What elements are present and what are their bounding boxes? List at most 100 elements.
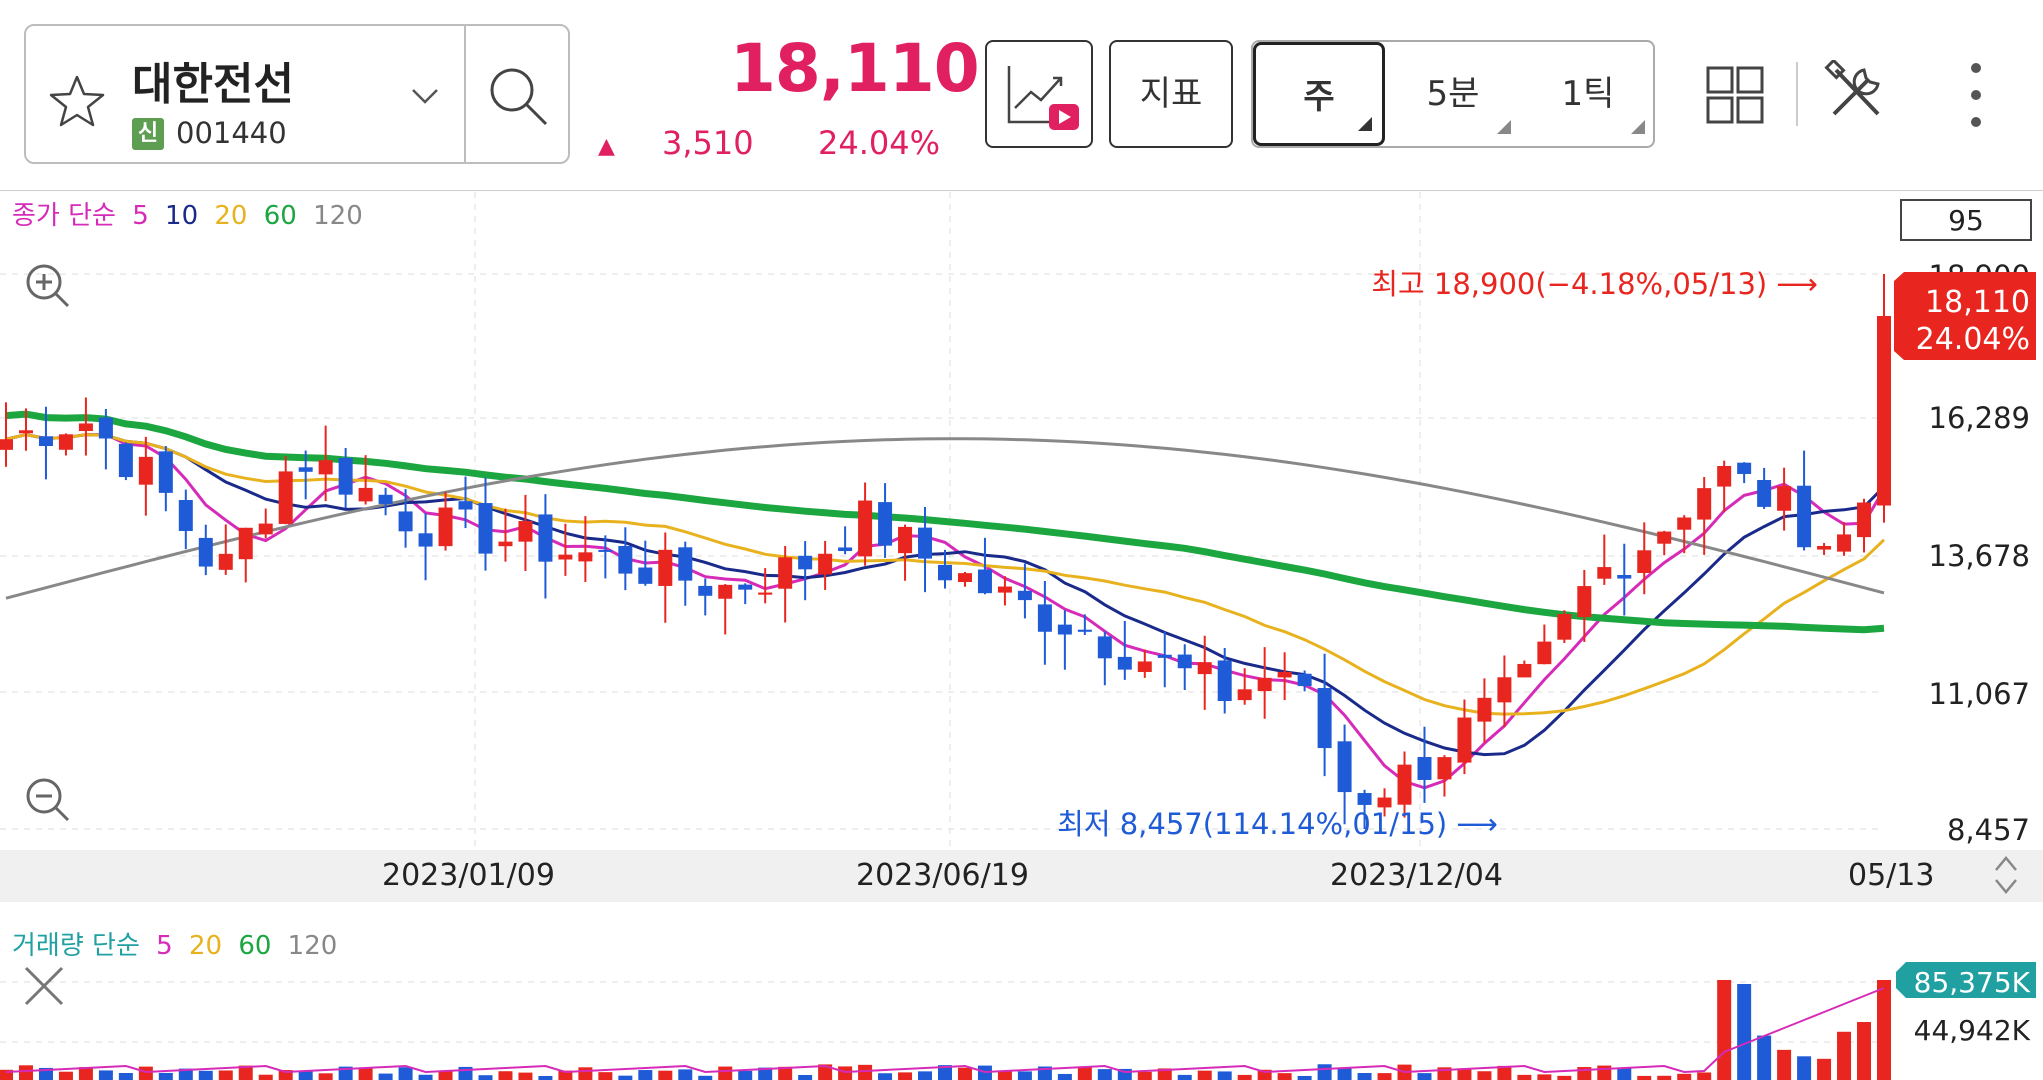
candle-body xyxy=(1057,624,1072,635)
candle-body xyxy=(1017,590,1032,601)
volume-bar xyxy=(1277,1073,1292,1080)
candle-body xyxy=(198,537,213,567)
new-listing-badge: 신 xyxy=(132,118,164,150)
volume-bar xyxy=(358,1067,373,1080)
zoom-out-icon[interactable] xyxy=(26,778,70,822)
close-icon[interactable] xyxy=(24,966,64,1006)
candle-body xyxy=(898,526,913,554)
candle-body xyxy=(438,507,453,547)
volume-bar xyxy=(1757,1035,1772,1080)
volume-bar xyxy=(1237,1074,1252,1080)
indicator-button[interactable]: 지표 xyxy=(1109,40,1233,148)
candle-body xyxy=(1597,567,1612,579)
volume-bar xyxy=(658,1070,673,1080)
candle-body xyxy=(977,569,992,594)
zoom-in-icon[interactable] xyxy=(26,264,70,308)
volume-bar xyxy=(138,1066,153,1080)
y-tick-11067: 11,067 xyxy=(1929,677,2030,711)
candle-body xyxy=(1797,485,1812,548)
volume-bar xyxy=(997,1071,1012,1080)
candle-body xyxy=(318,460,333,475)
volume-bar xyxy=(1537,1074,1552,1080)
stock-name: 대한전선 xyxy=(132,59,294,110)
volume-bar xyxy=(1677,1073,1692,1080)
chevron-down-icon[interactable] xyxy=(410,86,440,106)
volume-bar xyxy=(1837,1031,1852,1080)
tab-5min[interactable]: 5분 xyxy=(1385,42,1521,146)
more-vertical-icon[interactable] xyxy=(1966,60,1986,130)
tab-5min-label: 5분 xyxy=(1426,74,1480,114)
candle-body xyxy=(1217,660,1232,702)
x-tick-label: 2023/06/19 xyxy=(856,858,1029,893)
candle-body xyxy=(957,573,972,583)
volume-bar xyxy=(1177,1074,1192,1080)
volume-bar xyxy=(258,1074,273,1080)
volume-bar xyxy=(1377,1073,1392,1080)
chart-video-button[interactable] xyxy=(985,40,1093,148)
tab-1tick[interactable]: 1틱 xyxy=(1521,42,1655,146)
candle-body xyxy=(938,564,952,581)
price-chart[interactable]: 종가 단순 5 10 20 60 120 95 최고 18,900(−4.18%… xyxy=(0,192,2043,850)
volume-bar xyxy=(1077,1066,1092,1080)
y-tick-8457: 8,457 xyxy=(1947,813,2030,847)
volume-grid xyxy=(0,981,1880,1043)
candle-body xyxy=(1157,654,1172,658)
candle-body xyxy=(0,439,13,450)
volume-bar xyxy=(498,1071,513,1080)
candle-body xyxy=(578,552,593,562)
volume-bar xyxy=(1357,1073,1372,1080)
star-icon[interactable] xyxy=(48,74,106,128)
candle-body xyxy=(1757,479,1772,507)
candle-body xyxy=(1517,663,1532,678)
volume-bar xyxy=(1417,1073,1432,1080)
vol-legend-5: 5 xyxy=(156,931,173,961)
candle-body xyxy=(458,501,473,510)
volume-bar xyxy=(858,1064,873,1080)
volume-bar xyxy=(878,1073,893,1080)
volume-bar xyxy=(1217,1071,1232,1080)
high-annotation: 최고 18,900(−4.18%,05/13) ⟶ xyxy=(1371,267,1818,301)
candle-body xyxy=(1317,688,1332,749)
candle-body xyxy=(1477,697,1492,722)
volume-bar xyxy=(58,1071,73,1080)
tools-icon[interactable] xyxy=(1824,60,1888,124)
candle-body xyxy=(1137,661,1152,672)
candle-body xyxy=(1737,462,1752,474)
y-tick-13678: 13,678 xyxy=(1929,539,2030,573)
candle-body xyxy=(98,417,113,439)
price-change-pct: 24.04% xyxy=(818,124,941,162)
vol-legend-120: 120 xyxy=(288,931,338,961)
candle-body xyxy=(58,434,73,450)
search-icon[interactable] xyxy=(486,64,552,130)
volume-chart[interactable]: 거래량 단순 5 20 60 120 85,375K 44,942K xyxy=(0,912,2043,1080)
candle-body xyxy=(38,436,53,447)
stock-box-divider xyxy=(464,26,466,162)
tab-1tick-label: 1틱 xyxy=(1561,74,1615,114)
tab-weekly[interactable]: 주 xyxy=(1253,42,1385,146)
candle-body xyxy=(658,549,673,586)
volume-bar xyxy=(578,1067,593,1080)
candle-body xyxy=(298,467,313,472)
volume-bar xyxy=(898,1072,913,1080)
candle-body xyxy=(1197,662,1212,675)
volume-tag: 85,375K xyxy=(1896,962,2036,999)
candle-body xyxy=(78,423,93,432)
candle-body xyxy=(878,502,893,546)
volume-bar xyxy=(18,1065,33,1080)
stock-selector[interactable]: 대한전선 신 001440 xyxy=(24,24,570,164)
candle-body xyxy=(1537,641,1552,665)
axis-scroll-icon[interactable] xyxy=(1992,852,2020,898)
price-change: 3,510 xyxy=(662,124,754,162)
volume-bar xyxy=(918,1071,933,1080)
candle-body xyxy=(1097,636,1112,659)
low-annotation: 최저 8,457(114.14%,01/15) ⟶ xyxy=(1057,807,1498,841)
volume-bar xyxy=(218,1070,233,1080)
candle-body xyxy=(1617,575,1632,579)
volume-bar xyxy=(1797,1056,1812,1080)
candle-body xyxy=(378,494,393,504)
volume-bar xyxy=(1637,1075,1652,1080)
volume-bar xyxy=(638,1070,653,1080)
grid-layout-icon[interactable] xyxy=(1706,66,1764,124)
candle-body xyxy=(1357,793,1372,805)
candle-body xyxy=(1297,673,1312,687)
